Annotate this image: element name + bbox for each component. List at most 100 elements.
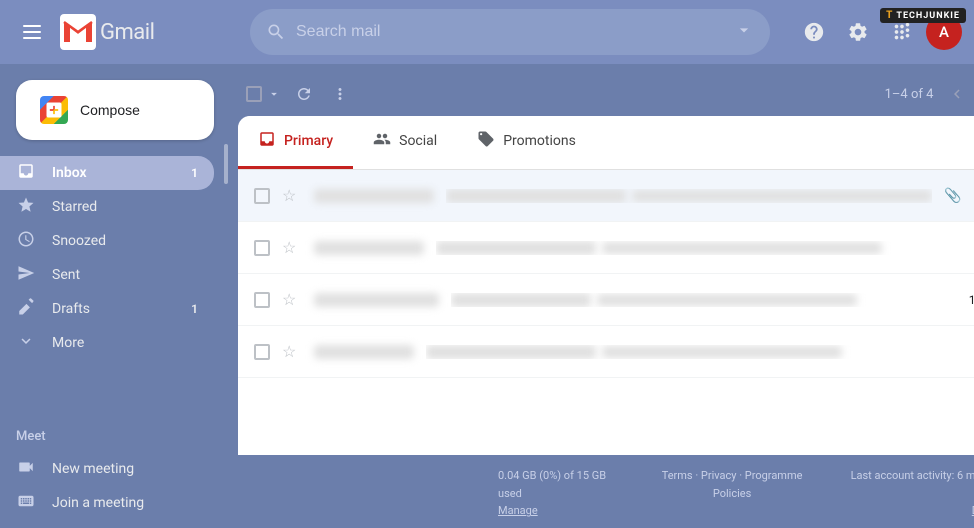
compose-label: Compose bbox=[80, 102, 140, 118]
footer: 0.04 GB (0%) of 15 GB used Manage Terms … bbox=[238, 455, 974, 528]
email-subject bbox=[426, 345, 596, 359]
sidebar-scrollbar bbox=[224, 144, 228, 184]
tab-promotions-label: Promotions bbox=[503, 133, 576, 149]
watermark-logo: T bbox=[886, 10, 892, 21]
promotions-tab-icon bbox=[477, 130, 495, 152]
sidebar-item-sent[interactable]: Sent bbox=[0, 258, 214, 292]
prev-page-button[interactable] bbox=[941, 78, 973, 110]
sidebar-item-more[interactable]: More bbox=[0, 326, 214, 360]
email-checkbox[interactable] bbox=[254, 240, 270, 256]
starred-label: Starred bbox=[52, 199, 97, 215]
pagination: 1–4 of 4 bbox=[885, 78, 974, 110]
tab-promotions[interactable]: Promotions bbox=[457, 116, 596, 169]
join-meeting-label: Join a meeting bbox=[52, 495, 144, 511]
email-meta: 5 Nov bbox=[969, 241, 974, 255]
email-subject bbox=[446, 189, 626, 203]
refresh-button[interactable] bbox=[288, 78, 320, 110]
meet-join-meeting[interactable]: Join a meeting bbox=[0, 486, 230, 520]
select-all-checkbox[interactable] bbox=[246, 86, 262, 102]
drafts-icon bbox=[16, 298, 36, 321]
manage-link[interactable]: Manage bbox=[498, 504, 538, 517]
select-dropdown-button[interactable] bbox=[264, 82, 284, 106]
sent-label: Sent bbox=[52, 267, 80, 283]
tab-primary[interactable]: Primary bbox=[238, 116, 353, 169]
email-time: 19 Sep bbox=[969, 293, 974, 307]
inbox-label: Inbox bbox=[52, 165, 87, 181]
tab-social[interactable]: Social bbox=[353, 116, 457, 169]
email-meta: 📎 17:22 bbox=[944, 188, 974, 204]
mail-toolbar: 1–4 of 4 bbox=[238, 72, 974, 116]
compose-button[interactable]: Compose bbox=[16, 80, 214, 140]
video-icon bbox=[16, 458, 36, 480]
settings-button[interactable] bbox=[838, 12, 878, 52]
more-options-button[interactable] bbox=[324, 78, 356, 110]
email-time: 5 Nov bbox=[969, 241, 974, 255]
help-button[interactable] bbox=[794, 12, 834, 52]
meet-title: Meet bbox=[0, 425, 230, 448]
email-sender bbox=[314, 293, 439, 307]
tab-primary-label: Primary bbox=[284, 133, 333, 149]
email-sender bbox=[314, 189, 434, 203]
compose-icon bbox=[40, 96, 68, 124]
tab-social-label: Social bbox=[399, 133, 437, 149]
tabs: Primary Social Pro bbox=[238, 116, 974, 170]
email-list: ☆ 📎 17:22 bbox=[238, 170, 974, 455]
starred-icon bbox=[16, 196, 36, 219]
social-tab-icon bbox=[373, 130, 391, 152]
email-checkbox[interactable] bbox=[254, 344, 270, 360]
pagination-text: 1–4 of 4 bbox=[885, 87, 934, 102]
sidebar-item-starred[interactable]: Starred bbox=[0, 190, 214, 224]
email-subject bbox=[451, 293, 591, 307]
email-preview bbox=[602, 346, 842, 358]
star-button[interactable]: ☆ bbox=[282, 186, 302, 206]
email-checkbox[interactable] bbox=[254, 188, 270, 204]
email-meta: 19 Sep bbox=[969, 293, 974, 307]
footer-links: Terms · Privacy · Programme Policies bbox=[646, 467, 819, 502]
drafts-badge: 1 bbox=[191, 302, 198, 316]
star-button[interactable]: ☆ bbox=[282, 290, 302, 310]
main-layout: Compose Inbox 1 Starred bbox=[0, 64, 974, 528]
keyboard-icon bbox=[16, 492, 36, 514]
email-subject bbox=[436, 241, 596, 255]
content: 1–4 of 4 bbox=[230, 64, 974, 528]
sidebar: Compose Inbox 1 Starred bbox=[0, 64, 230, 528]
footer-storage: 0.04 GB (0%) of 15 GB used Manage bbox=[498, 467, 626, 520]
hamburger-button[interactable] bbox=[12, 12, 52, 52]
email-body bbox=[426, 345, 957, 359]
watermark: T TECHJUNKIE bbox=[880, 8, 966, 23]
search-dropdown-icon[interactable] bbox=[734, 20, 754, 44]
table-row[interactable]: ☆ 7 Sep bbox=[238, 326, 974, 378]
inbox-icon bbox=[16, 162, 36, 185]
email-time: 7 Sep bbox=[969, 345, 974, 359]
meet-new-meeting[interactable]: New meeting bbox=[0, 452, 230, 486]
footer-activity: Last account activity: 6 minutes ago Det… bbox=[838, 467, 974, 520]
star-button[interactable]: ☆ bbox=[282, 342, 302, 362]
sidebar-item-drafts[interactable]: Drafts 1 bbox=[0, 292, 214, 326]
search-bar bbox=[250, 9, 770, 55]
mail-panel: Primary Social Pro bbox=[238, 116, 974, 455]
sidebar-item-snoozed[interactable]: Snoozed bbox=[0, 224, 214, 258]
sidebar-item-inbox[interactable]: Inbox 1 bbox=[0, 156, 214, 190]
email-preview bbox=[597, 294, 857, 306]
activity-text: Last account activity: 6 minutes ago bbox=[851, 469, 974, 500]
footer-links-text: Terms · Privacy · Programme Policies bbox=[662, 469, 803, 500]
table-row[interactable]: ☆ 📎 17:22 bbox=[238, 170, 974, 222]
table-row[interactable]: ☆ 5 Nov bbox=[238, 222, 974, 274]
email-body bbox=[446, 189, 932, 203]
more-chevron-icon bbox=[16, 332, 36, 355]
app-name: Gmail bbox=[100, 20, 154, 45]
table-row[interactable]: ☆ 19 Sep bbox=[238, 274, 974, 326]
email-body bbox=[436, 241, 957, 255]
email-checkbox[interactable] bbox=[254, 292, 270, 308]
email-meta: 7 Sep bbox=[969, 345, 974, 359]
meet-section: Meet New meeting Join a meeting bbox=[0, 413, 230, 528]
new-meeting-label: New meeting bbox=[52, 461, 134, 477]
snoozed-icon bbox=[16, 230, 36, 253]
email-sender bbox=[314, 345, 414, 359]
star-button[interactable]: ☆ bbox=[282, 238, 302, 258]
select-all-wrap bbox=[246, 82, 284, 106]
search-input[interactable] bbox=[296, 23, 724, 41]
sent-icon bbox=[16, 264, 36, 287]
watermark-text: TECHJUNKIE bbox=[896, 11, 960, 21]
email-preview bbox=[602, 242, 882, 254]
